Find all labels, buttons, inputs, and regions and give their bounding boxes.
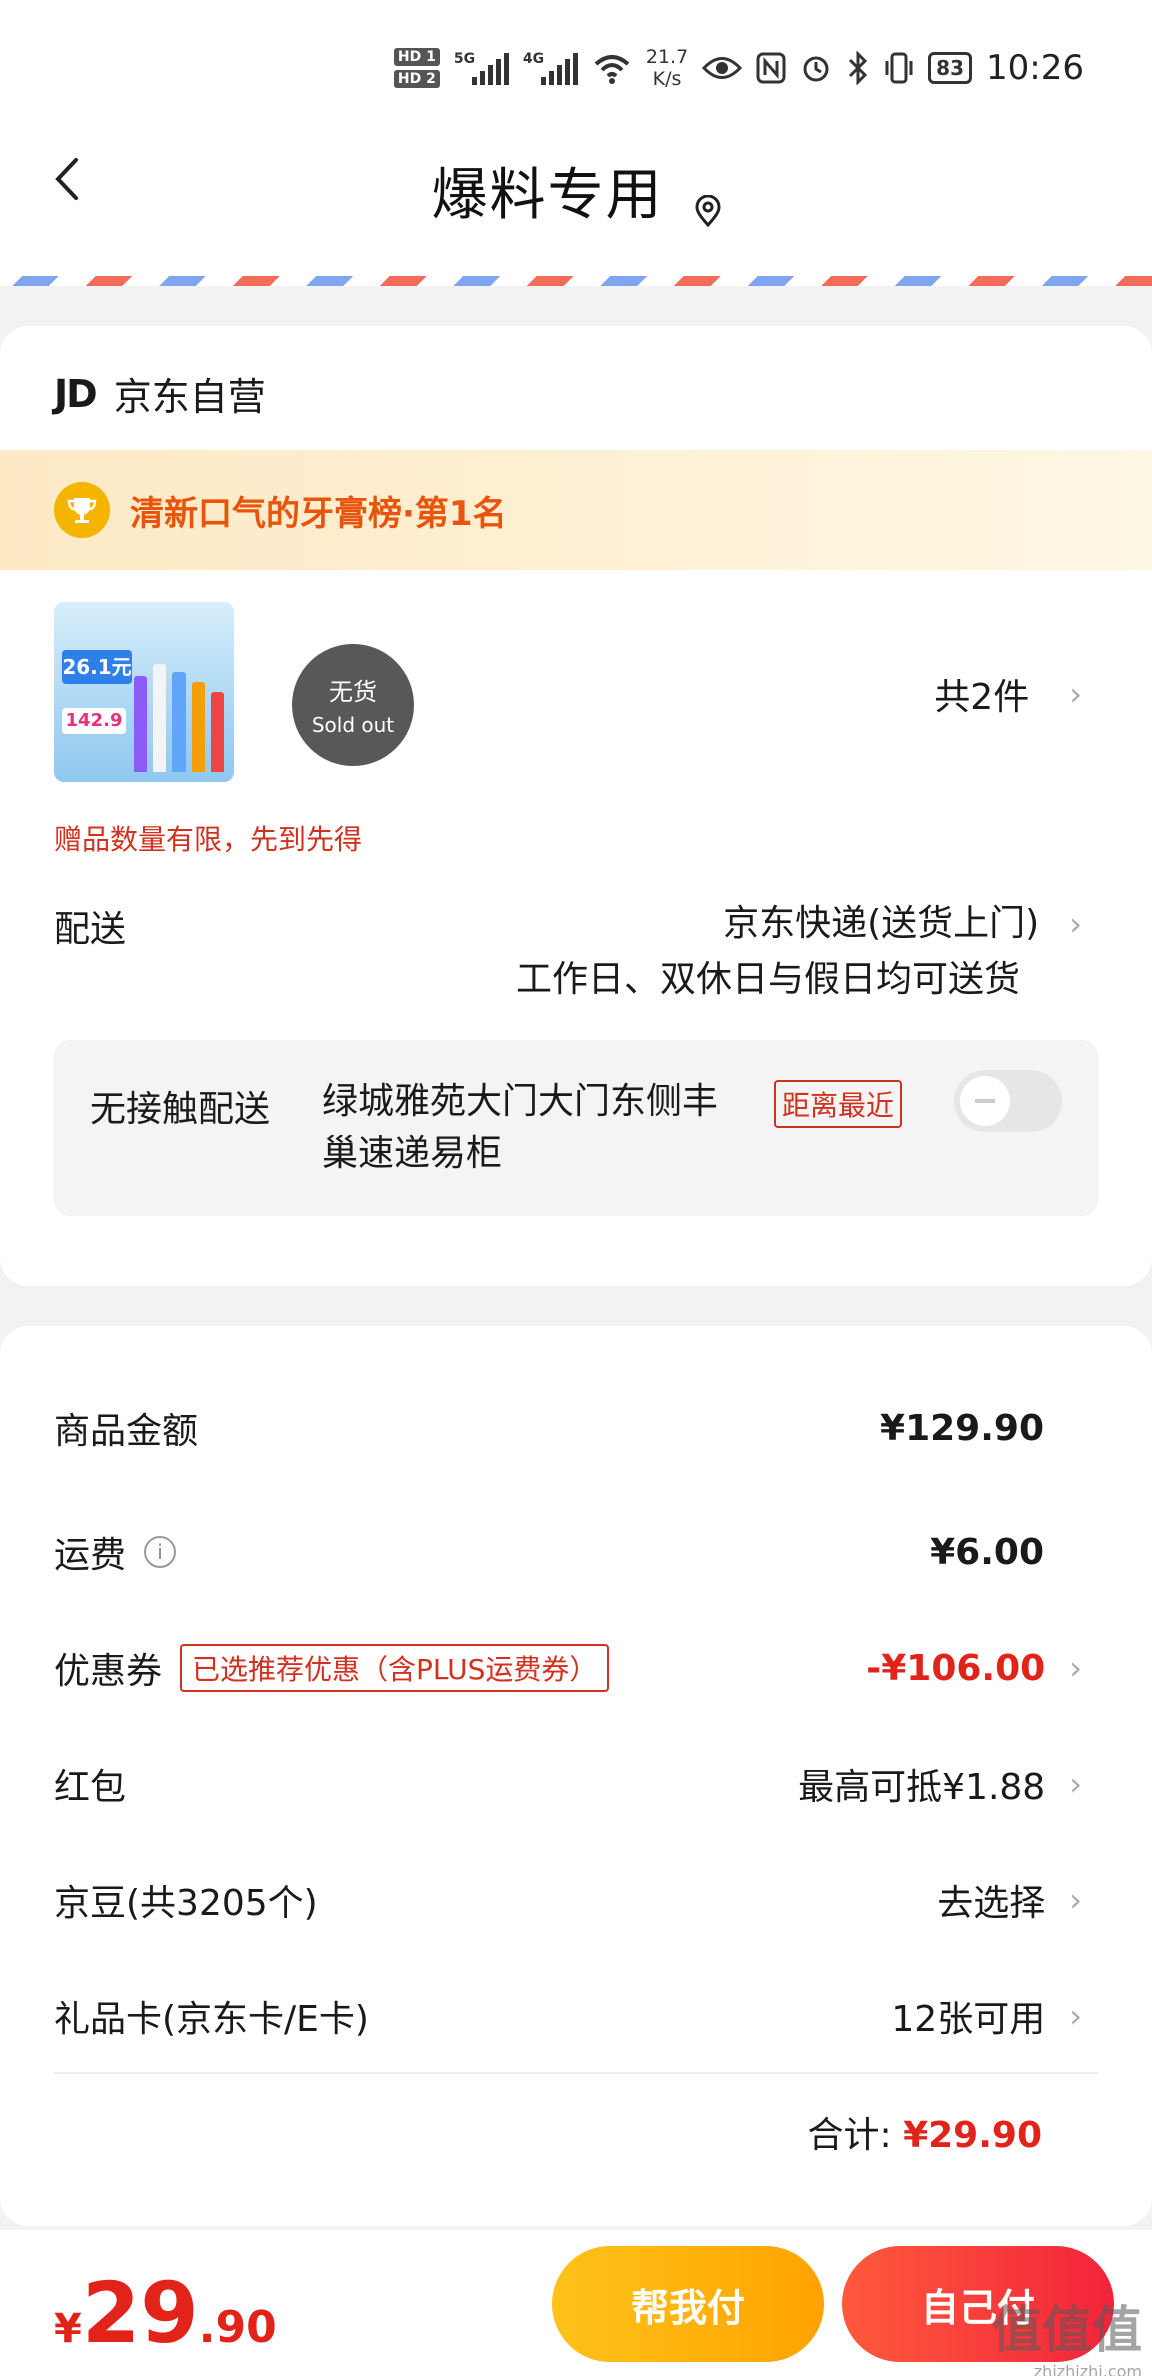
- amount-decimal: .90: [198, 2302, 277, 2353]
- product-image-badge-2: 142.9: [62, 708, 126, 734]
- contactless-label: 无接触配送: [90, 1089, 271, 1130]
- freight-value: ¥6.00: [930, 1531, 1044, 1573]
- sold-out-label: 无货: [329, 678, 377, 706]
- airmail-border: [0, 276, 1152, 286]
- alarm-icon: [803, 56, 829, 82]
- rank-banner[interactable]: 清新口气的牙膏榜·第1名: [0, 450, 1152, 570]
- info-icon[interactable]: i: [144, 1536, 177, 1568]
- toothpaste-tubes: [134, 652, 225, 772]
- goods-amount-row: 商品金额 ¥129.90: [54, 1402, 1082, 1454]
- speed-value: 21.7: [645, 46, 689, 68]
- order-total: 合计: ¥29.90: [807, 2106, 1042, 2158]
- freight-row: 运费 i ¥6.00: [54, 1526, 1082, 1578]
- sold-out-label-en: Sold out: [311, 713, 395, 737]
- total-value: ¥29.90: [903, 2115, 1042, 2156]
- signal-icon-2: 4G: [523, 51, 578, 85]
- hd2-label: HD 2: [393, 70, 440, 88]
- giftcard-label: 礼品卡(京东卡/E卡): [54, 1999, 369, 2040]
- shop-name: 京东自营: [113, 375, 266, 419]
- chevron-right-icon: ›: [1069, 1649, 1082, 1687]
- goods-amount-value: ¥129.90: [880, 1407, 1044, 1449]
- wifi-icon: [594, 55, 630, 84]
- nearest-tag: 距离最近: [774, 1080, 903, 1128]
- redpacket-label: 红包: [54, 1767, 127, 1808]
- jd-logo-icon: JD: [54, 371, 98, 416]
- redpacket-row[interactable]: 红包 最高可抵¥1.88 ›: [54, 1758, 1082, 1810]
- jd-beans-label: 京豆(共3205个): [54, 1883, 318, 1924]
- sig1-label: 5G: [453, 51, 476, 67]
- shop-row[interactable]: JD 京东自营: [54, 366, 266, 421]
- hd1-label: HD 1: [393, 48, 440, 66]
- jd-beans-row[interactable]: 京豆(共3205个) 去选择 ›: [54, 1874, 1082, 1926]
- network-speed: 21.7 K/s: [646, 46, 688, 90]
- location-pin-icon[interactable]: [695, 194, 721, 227]
- coupon-label: 优惠券: [54, 1651, 163, 1692]
- chevron-right-icon: ›: [1069, 1997, 1082, 2035]
- speed-unit: K/s: [652, 68, 682, 90]
- contactless-toggle[interactable]: [954, 1070, 1062, 1132]
- battery-icon: 83: [928, 52, 973, 84]
- coupon-row[interactable]: 优惠券 已选推荐优惠（含PLUS运费券） -¥106.00 ›: [54, 1642, 1082, 1694]
- chevron-right-icon: ›: [1069, 675, 1082, 713]
- contactless-address[interactable]: 绿城雅苑大门大门东侧丰巢速递易柜: [322, 1076, 742, 1180]
- chevron-right-icon: ›: [1069, 1765, 1082, 1803]
- signal-icon-1: 5G: [454, 51, 509, 85]
- eye-icon: [702, 57, 743, 79]
- coupon-tag: 已选推荐优惠（含PLUS运费券）: [180, 1644, 610, 1692]
- item-count-label: 共2件: [934, 677, 1030, 718]
- gift-note: 赠品数量有限，先到先得: [54, 823, 363, 856]
- nfc-icon: [756, 52, 786, 84]
- clock: 10:26: [986, 48, 1084, 88]
- rank-text: 清新口气的牙膏榜·第1名: [130, 493, 507, 534]
- shipping-method[interactable]: 京东快递(送货上门) › 工作日、双休日与假日均可送货: [516, 896, 1082, 1008]
- redpacket-value: 最高可抵¥1.88: [798, 1767, 1046, 1808]
- shipping-method-label: 京东快递(送货上门): [723, 903, 1040, 944]
- item-count[interactable]: 共2件 ›: [934, 668, 1082, 720]
- currency-symbol: ¥: [54, 2306, 82, 2352]
- product-image[interactable]: 26.1元 142.9: [54, 602, 234, 782]
- page-title: 爆料专用: [431, 163, 664, 228]
- product-image-badge-1: 26.1元: [62, 650, 132, 684]
- chevron-right-icon: ›: [1069, 905, 1082, 943]
- giftcard-value: 12张可用: [891, 1999, 1046, 2040]
- trophy-icon: [54, 482, 110, 538]
- freight-label: 运费: [54, 1535, 127, 1576]
- watermark-sub: zhizhizhi.com: [1033, 2362, 1142, 2376]
- toggle-knob: [960, 1076, 1010, 1126]
- contactless-delivery: 无接触配送 绿城雅苑大门大门东侧丰巢速递易柜 距离最近: [54, 1040, 1098, 1216]
- jd-beans-value: 去选择: [937, 1883, 1046, 1924]
- chevron-right-icon: ›: [1069, 1881, 1082, 1919]
- sig2-label: 4G: [522, 51, 545, 67]
- giftcard-row[interactable]: 礼品卡(京东卡/E卡) 12张可用 ›: [54, 1990, 1082, 2042]
- pay-amount: ¥29.90: [54, 2264, 277, 2362]
- help-pay-button[interactable]: 帮我付: [552, 2246, 824, 2362]
- shipping-schedule: 工作日、双休日与假日均可送货: [515, 959, 1020, 1000]
- amount-integer: 29: [81, 2264, 199, 2362]
- total-label: 合计:: [807, 2115, 892, 2156]
- checkout-bar: ¥29.90 帮我付 自己付 值值值 zhizhizhi.com: [0, 2230, 1152, 2376]
- hd-indicator: HD 1 HD 2: [393, 48, 440, 88]
- divider: [54, 2072, 1098, 2074]
- order-card: JD 京东自营 清新口气的牙膏榜·第1名 26.1元 142.9 无货 Sold…: [0, 326, 1152, 1286]
- watermark-text: 值值值: [992, 2301, 1142, 2359]
- watermark: 值值值 zhizhizhi.com: [992, 2290, 1142, 2376]
- goods-amount-label: 商品金额: [54, 1411, 199, 1452]
- status-bar: HD 1 HD 2 5G 4G 21.7 K/s 83 10:26: [0, 0, 1152, 130]
- bluetooth-icon: [849, 51, 868, 85]
- sold-out-product[interactable]: 无货 Sold out: [292, 644, 414, 766]
- shipping-label: 配送: [54, 909, 127, 950]
- coupon-value: -¥106.00: [866, 1647, 1046, 1689]
- vibrate-icon: [885, 52, 913, 84]
- page-header: 爆料专用: [0, 130, 1152, 286]
